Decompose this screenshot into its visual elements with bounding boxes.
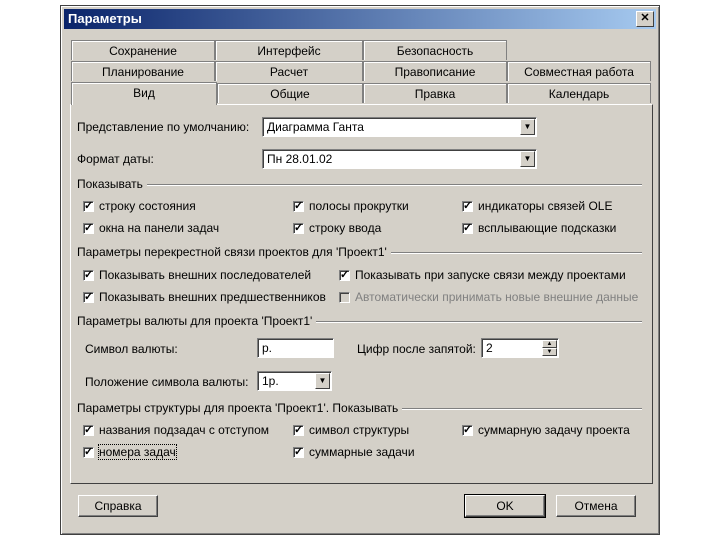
spin-up-icon[interactable]: ▲ — [542, 340, 557, 348]
chevron-down-icon[interactable]: ▼ — [520, 151, 535, 167]
decimal-digits-spinner[interactable]: 2 ▲ ▼ — [481, 338, 559, 358]
close-icon[interactable]: ✕ — [636, 11, 654, 27]
currency-position-select[interactable]: 1р. ▼ — [257, 371, 332, 391]
tooltips-label: всплывающие подсказки — [478, 221, 617, 235]
summary-tasks-label: суммарные задачи — [309, 445, 415, 459]
currency-group: Параметры валюты для проекта 'Проект1' — [77, 314, 642, 328]
tab-collaborate[interactable]: Совместная работа — [507, 61, 651, 81]
tab-scheduling[interactable]: Планирование — [71, 61, 215, 81]
decimal-digits-value: 2 — [486, 341, 493, 355]
spin-down-icon[interactable]: ▼ — [542, 348, 557, 356]
currency-symbol-label: Символ валюты: — [85, 342, 178, 356]
outline-group: Параметры структуры для проекта 'Проект1… — [77, 401, 642, 415]
scroll-bars-checkbox[interactable]: ✓ полосы прокрутки — [293, 199, 409, 213]
title-bar[interactable]: Параметры ✕ — [64, 9, 656, 29]
tab-edit[interactable]: Правка — [363, 83, 507, 103]
tab-general[interactable]: Общие — [217, 83, 363, 103]
cancel-button[interactable]: Отмена — [556, 495, 636, 517]
tooltips-checkbox[interactable]: ✓ всплывающие подсказки — [462, 221, 616, 235]
tab-interface[interactable]: Интерфейс — [215, 40, 363, 60]
chevron-down-icon[interactable]: ▼ — [520, 119, 535, 135]
entry-bar-checkbox[interactable]: ✓ строку ввода — [293, 221, 381, 235]
tab-spelling[interactable]: Правописание — [363, 61, 507, 81]
indent-subtasks-label: названия подзадач с отступом — [99, 423, 269, 437]
show-group-title: Показывать — [77, 177, 147, 191]
links-dialog-on-open-label: Показывать при запуске связи между проек… — [355, 268, 626, 282]
status-bar-checkbox[interactable]: ✓ строку состояния — [83, 199, 196, 213]
currency-position-value: 1р. — [262, 374, 279, 388]
cross-project-group: Параметры перекрестной связи проектов дл… — [77, 245, 642, 259]
show-group: Показывать — [77, 177, 642, 191]
external-predecessors-label: Показывать внешних предшественников — [99, 290, 326, 304]
task-numbers-label: номера задач — [98, 444, 177, 460]
taskbar-windows-label: окна на панели задач — [99, 221, 220, 235]
tab-calculation[interactable]: Расчет — [215, 61, 363, 81]
status-bar-label: строку состояния — [99, 199, 196, 213]
indent-subtasks-checkbox[interactable]: ✓ названия подзадач с отступом — [83, 423, 269, 437]
outline-symbol-label: символ структуры — [309, 423, 410, 437]
external-successors-label: Показывать внешних последователей — [99, 268, 312, 282]
outline-symbol-checkbox[interactable]: ✓ символ структуры — [293, 423, 409, 437]
help-button[interactable]: Справка — [78, 495, 158, 517]
window-title: Параметры — [68, 11, 142, 26]
default-view-select[interactable]: Диаграмма Ганта ▼ — [262, 117, 537, 137]
scroll-bars-label: полосы прокрутки — [309, 199, 409, 213]
chevron-down-icon[interactable]: ▼ — [315, 373, 330, 389]
default-view-label: Представление по умолчанию: — [77, 120, 250, 134]
decimal-digits-label: Цифр после запятой: — [357, 342, 476, 356]
links-dialog-on-open-checkbox[interactable]: ✓ Показывать при запуске связи между прое… — [339, 268, 626, 282]
auto-accept-data-label: Автоматически принимать новые внешние да… — [355, 290, 639, 304]
default-view-value: Диаграмма Ганта — [267, 120, 364, 134]
view-panel: Представление по умолчанию: Диаграмма Га… — [70, 104, 653, 484]
taskbar-windows-checkbox[interactable]: ✓ окна на панели задач — [83, 221, 219, 235]
summary-tasks-checkbox[interactable]: ✓ суммарные задачи — [293, 445, 415, 459]
date-format-select[interactable]: Пн 28.01.02 ▼ — [262, 149, 537, 169]
currency-symbol-value: р. — [262, 341, 273, 355]
date-format-value: Пн 28.01.02 — [267, 152, 333, 166]
tab-security[interactable]: Безопасность — [363, 40, 507, 60]
currency-group-title: Параметры валюты для проекта 'Проект1' — [77, 314, 317, 328]
date-format-label: Формат даты: — [77, 152, 154, 166]
ole-links-label: индикаторы связей OLE — [478, 199, 613, 213]
auto-accept-data-checkbox: Автоматически принимать новые внешние да… — [339, 290, 638, 304]
outline-group-title: Параметры структуры для проекта 'Проект1… — [77, 401, 403, 415]
project-summary-task-checkbox[interactable]: ✓ суммарную задачу проекта — [462, 423, 630, 437]
project-summary-task-label: суммарную задачу проекта — [478, 423, 630, 437]
entry-bar-label: строку ввода — [309, 221, 382, 235]
options-dialog: Параметры ✕ Сохранение Интерфейс Безопас… — [60, 5, 660, 535]
external-successors-checkbox[interactable]: ✓ Показывать внешних последователей — [83, 268, 311, 282]
currency-position-label: Положение символа валюты: — [85, 375, 249, 389]
ole-links-checkbox[interactable]: ✓ индикаторы связей OLE — [462, 199, 612, 213]
task-numbers-checkbox[interactable]: ✓ номера задач — [83, 444, 177, 460]
external-predecessors-checkbox[interactable]: ✓ Показывать внешних предшественников — [83, 290, 326, 304]
cross-project-group-title: Параметры перекрестной связи проектов дл… — [77, 245, 391, 259]
tab-save[interactable]: Сохранение — [71, 40, 215, 60]
currency-symbol-input[interactable]: р. — [257, 338, 334, 358]
tab-calendar[interactable]: Календарь — [507, 83, 651, 103]
tab-view[interactable]: Вид — [71, 82, 217, 105]
ok-button[interactable]: OK — [464, 494, 546, 518]
